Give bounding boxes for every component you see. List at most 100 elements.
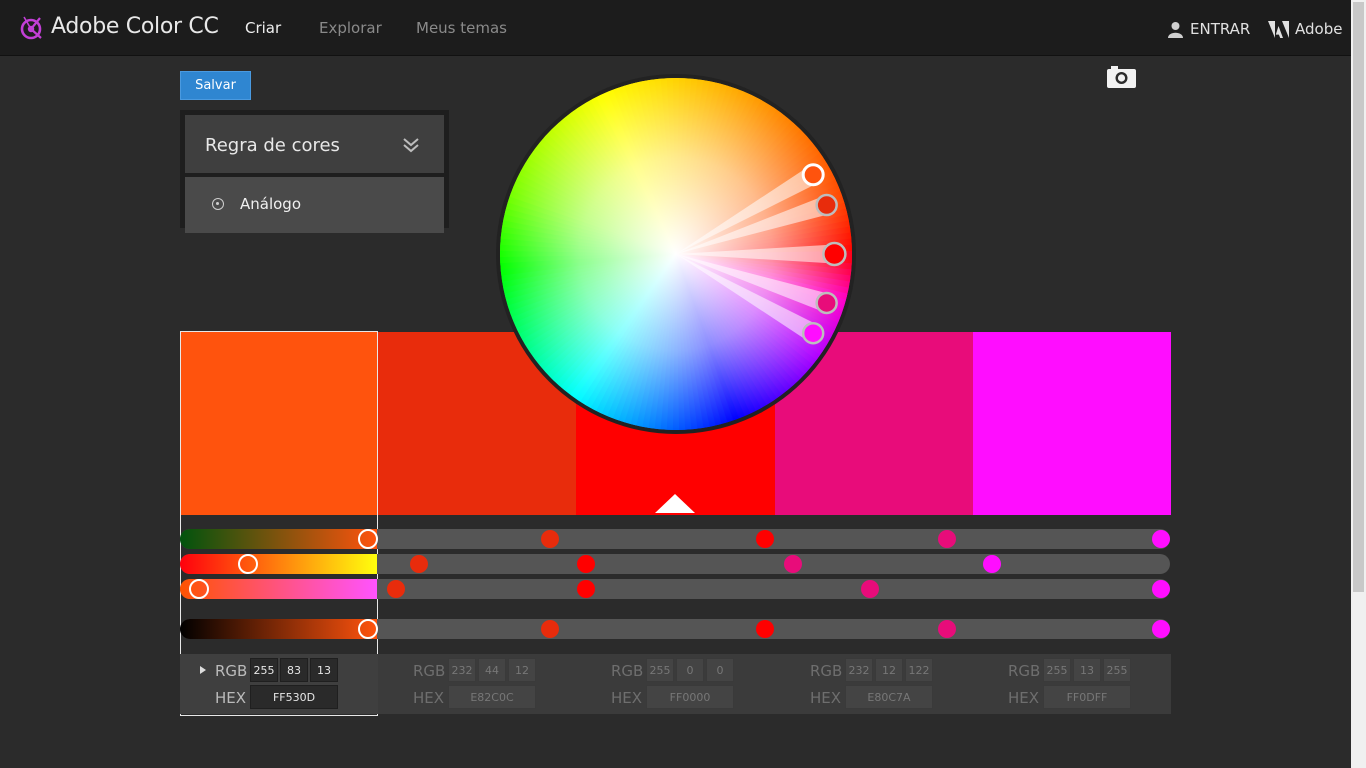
wheel-hue-sector[interactable]	[676, 74, 751, 254]
color-swatch-5[interactable]	[973, 332, 1171, 515]
wheel-hue-sector[interactable]	[551, 102, 676, 255]
adobe-color-logo-icon[interactable]	[18, 14, 44, 42]
wheel-hue-sector[interactable]	[494, 185, 676, 254]
page-scrollbar[interactable]	[1351, 0, 1366, 768]
wheel-hue-sector[interactable]	[496, 179, 676, 254]
adobe-brand-link[interactable]: Adobe	[1268, 18, 1342, 40]
wheel-hue-sector[interactable]	[487, 217, 676, 254]
wheel-hue-sector[interactable]	[672, 64, 686, 254]
color-swatch-3[interactable]	[576, 332, 775, 515]
slider-handle-4[interactable]	[937, 530, 956, 548]
wheel-handle-1[interactable]	[801, 163, 825, 187]
wheel-hue-sector[interactable]	[487, 254, 676, 284]
wheel-hue-sector[interactable]	[614, 70, 676, 254]
wheel-hue-sector[interactable]	[676, 134, 832, 254]
wheel-hue-sector[interactable]	[626, 67, 676, 254]
wheel-hue-sector[interactable]	[676, 70, 738, 254]
wheel-hue-sector[interactable]	[676, 254, 856, 329]
wheel-hue-sector[interactable]	[524, 129, 676, 254]
slider-handle-4[interactable]	[861, 580, 880, 598]
slider-track-1[interactable]	[180, 529, 1170, 549]
wheel-hue-sector[interactable]	[676, 124, 824, 254]
slider-handle-1[interactable]	[189, 579, 210, 599]
wheel-hue-sector[interactable]	[676, 81, 769, 255]
wheel-hue-sector[interactable]	[487, 254, 676, 291]
green-value-field[interactable]: 83	[280, 658, 308, 682]
color-swatch-1[interactable]	[180, 332, 378, 515]
red-value-field[interactable]: 232	[448, 658, 476, 682]
wheel-hue-sector[interactable]	[486, 244, 676, 258]
slider-handle-5[interactable]	[1152, 580, 1170, 598]
wheel-hue-sector[interactable]	[520, 134, 676, 254]
slider-gradient[interactable]	[180, 619, 377, 639]
wheel-hue-sector[interactable]	[620, 69, 676, 254]
wheel-hue-sector[interactable]	[556, 98, 676, 254]
slider-handle-4[interactable]	[784, 555, 803, 573]
wheel-hue-sector[interactable]	[486, 254, 676, 271]
wheel-hue-sector[interactable]	[486, 254, 676, 278]
wheel-hue-sector[interactable]	[676, 94, 791, 255]
wheel-hue-sector[interactable]	[499, 254, 676, 335]
wheel-hue-sector[interactable]	[491, 198, 676, 254]
blue-value-field[interactable]: 255	[1103, 658, 1131, 682]
wheel-hue-sector[interactable]	[676, 106, 806, 254]
tab-explorar[interactable]: Explorar	[319, 19, 382, 37]
wheel-hue-sector[interactable]	[503, 161, 676, 254]
slider-handle-1[interactable]	[358, 529, 378, 549]
slider-handle-2[interactable]	[540, 620, 559, 638]
slider-gradient[interactable]	[180, 554, 377, 574]
wheel-hue-sector[interactable]	[676, 77, 757, 254]
blue-value-field[interactable]: 122	[905, 658, 933, 682]
slider-handle-3[interactable]	[756, 620, 774, 638]
wheel-hue-sector[interactable]	[491, 254, 676, 310]
blue-value-field[interactable]: 13	[310, 658, 338, 682]
wheel-hue-sector[interactable]	[676, 179, 856, 254]
wheel-hue-sector[interactable]	[513, 145, 676, 254]
slider-track-2[interactable]	[180, 554, 1170, 574]
wheel-hue-sector[interactable]	[676, 66, 719, 254]
red-value-field[interactable]: 232	[845, 658, 873, 682]
slider-handle-4[interactable]	[937, 620, 956, 638]
camera-icon[interactable]	[1106, 65, 1137, 89]
green-value-field[interactable]: 12	[875, 658, 903, 682]
wheel-handles[interactable]	[801, 163, 847, 345]
wheel-hue-sector[interactable]	[567, 91, 676, 254]
wheel-hue-sector[interactable]	[646, 65, 676, 254]
wheel-hue-sector[interactable]	[489, 254, 676, 304]
wheel-hue-sector[interactable]	[676, 69, 732, 254]
red-value-field[interactable]: 255	[250, 658, 278, 682]
color-swatch-2[interactable]	[378, 332, 576, 515]
wheel-hue-sector[interactable]	[676, 102, 801, 255]
color-rule-dropdown[interactable]: Regra de cores	[185, 115, 444, 173]
slider-track-4[interactable]	[180, 619, 1170, 639]
slider-handle-3[interactable]	[577, 580, 595, 598]
slider-handle-5[interactable]	[1152, 530, 1170, 548]
wheel-hue-sector[interactable]	[501, 254, 676, 341]
green-value-field[interactable]: 0	[676, 658, 704, 682]
wheel-hue-sector[interactable]	[676, 119, 820, 254]
wheel-handle-3[interactable]	[822, 241, 847, 267]
save-button[interactable]: Salvar	[180, 71, 251, 100]
red-value-field[interactable]: 255	[1043, 658, 1071, 682]
green-value-field[interactable]: 44	[478, 658, 506, 682]
wheel-hue-sector[interactable]	[541, 110, 676, 254]
wheel-handle-5[interactable]	[801, 321, 825, 345]
wheel-hue-sector[interactable]	[589, 79, 676, 254]
wheel-hue-sector[interactable]	[492, 254, 676, 316]
slider-handle-2[interactable]	[409, 555, 428, 573]
slider-gradient[interactable]	[180, 579, 377, 599]
wheel-hue-sector[interactable]	[676, 110, 811, 254]
wheel-hue-sector[interactable]	[676, 65, 706, 254]
expand-triangle-icon[interactable]	[200, 666, 206, 674]
wheel-hue-sector[interactable]	[486, 230, 676, 254]
wheel-hue-sector[interactable]	[572, 87, 676, 254]
wheel-hue-sector[interactable]	[486, 237, 676, 254]
wheel-hue-sector[interactable]	[676, 145, 839, 254]
hex-value-field[interactable]: FF0000	[646, 685, 734, 709]
hex-value-field[interactable]: FF0DFF	[1043, 685, 1131, 709]
wheel-hue-sector[interactable]	[633, 66, 676, 254]
wheel-hue-sector[interactable]	[676, 129, 828, 254]
wheel-hue-sector[interactable]	[676, 67, 726, 254]
wheel-hue-sector[interactable]	[509, 150, 676, 254]
wheel-hue-sector[interactable]	[676, 91, 785, 254]
